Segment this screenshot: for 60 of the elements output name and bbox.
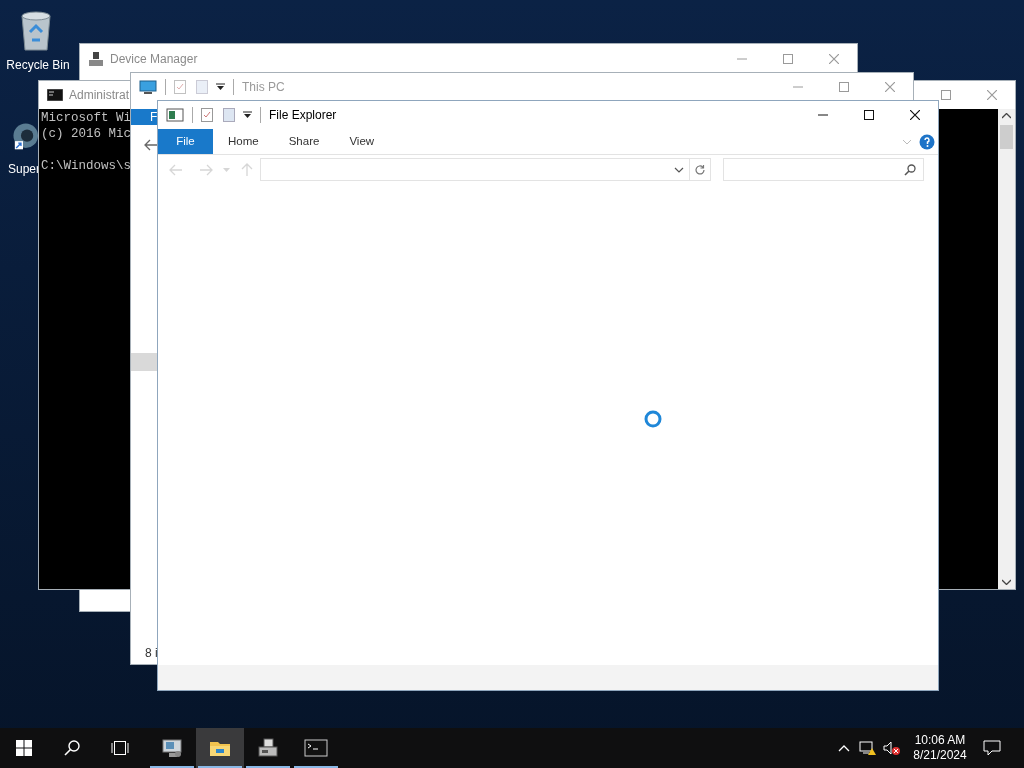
monitor-icon (139, 80, 157, 94)
window-title: File Explorer (269, 107, 337, 124)
search-icon[interactable] (904, 163, 916, 176)
scroll-thumb[interactable] (1000, 125, 1013, 149)
ribbon-tab[interactable]: Share (273, 129, 335, 154)
status-text: 8 i (144, 645, 158, 662)
show-hidden-icons-icon[interactable] (838, 744, 850, 752)
forward-arrow-icon[interactable] (199, 163, 213, 176)
console-text: (c) 2016 Mic (41, 126, 131, 142)
up-arrow-icon[interactable] (241, 163, 253, 176)
scrollbar[interactable] (998, 109, 1015, 589)
maximize-icon (864, 110, 874, 120)
device-icon (88, 50, 104, 67)
properties-icon[interactable] (174, 80, 186, 94)
customize-dropdown-icon[interactable] (216, 83, 225, 91)
window-icon (166, 108, 184, 122)
search-field[interactable] (723, 158, 924, 181)
customize-dropdown-icon[interactable] (243, 111, 252, 119)
recent-dropdown-icon[interactable] (223, 167, 230, 172)
console-text: Microsoft Wi (41, 110, 131, 126)
selected-row[interactable] (131, 353, 158, 371)
clock-date[interactable]: 8/21/2024 (913, 748, 967, 763)
back-arrow-icon[interactable] (144, 139, 158, 151)
desktop-icon-label[interactable]: Recycle Bin (6, 58, 70, 72)
windows-logo-icon (16, 740, 32, 756)
maximize-icon (941, 90, 951, 100)
close-icon (987, 90, 997, 100)
properties-icon[interactable] (201, 108, 213, 122)
scroll-down-icon[interactable] (1002, 579, 1011, 585)
help-icon[interactable] (919, 133, 935, 150)
file-tab[interactable]: F (131, 109, 158, 125)
close-icon (885, 82, 895, 92)
window-title: Device Manager (110, 50, 198, 68)
expand-ribbon-icon[interactable] (902, 138, 912, 145)
console-icon (304, 736, 328, 760)
volume-muted-icon[interactable] (883, 740, 901, 756)
window-title: Administrat (69, 87, 130, 104)
desktop-icon-label[interactable]: Super (8, 162, 41, 176)
file-tab[interactable]: File (158, 129, 213, 154)
maximize-icon (839, 82, 849, 92)
search-icon (64, 740, 80, 756)
console-text: C:\Windows\s (41, 158, 131, 174)
device-icon (256, 736, 280, 760)
taskbar-app-button[interactable] (196, 728, 244, 768)
network-warning-icon[interactable] (859, 740, 877, 756)
server-manager-icon (160, 736, 184, 760)
task-view-icon (110, 741, 130, 755)
dropdown-icon[interactable] (674, 166, 684, 173)
refresh-icon[interactable] (694, 163, 706, 176)
console-icon (47, 89, 63, 101)
ribbon-tab[interactable]: Home (213, 129, 274, 154)
ribbon-tab[interactable]: View (334, 129, 390, 154)
maximize-icon (783, 53, 793, 64)
clock-time[interactable]: 10:06 AM (914, 733, 966, 748)
clock[interactable]: 10:06 AM 8/21/2024 (908, 728, 972, 768)
window-title: This PC (242, 79, 285, 96)
notification-icon (983, 740, 1001, 756)
close-icon (910, 110, 920, 120)
scroll-up-icon[interactable] (1002, 113, 1011, 119)
close-icon (829, 53, 839, 64)
